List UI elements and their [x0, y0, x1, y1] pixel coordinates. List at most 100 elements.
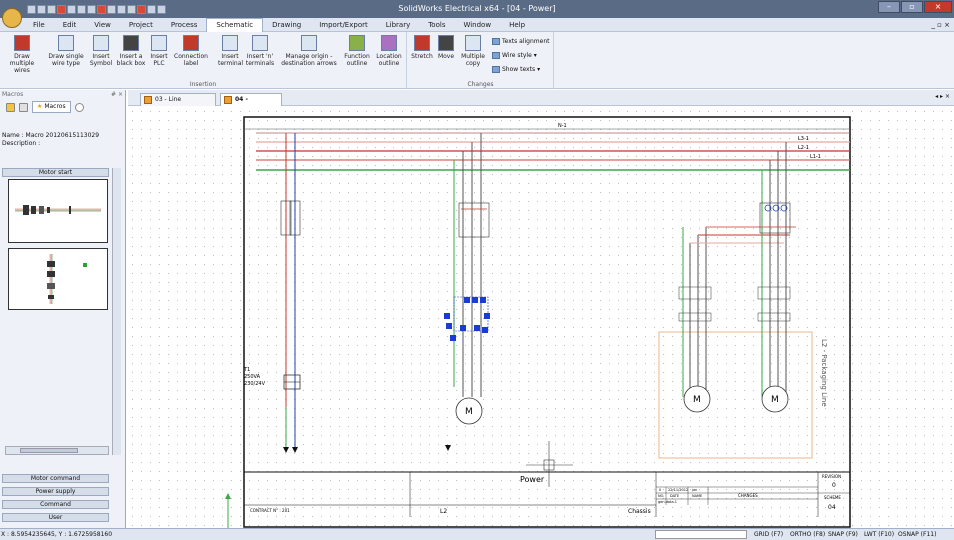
command-input[interactable]	[655, 530, 747, 539]
multiple-copy-icon	[465, 35, 481, 51]
title-block-installation: Chassis	[628, 508, 651, 515]
rev-author: jan	[691, 488, 697, 492]
macros-vertical-scrollbar[interactable]	[112, 168, 121, 455]
insert-plc-button[interactable]: Insert PLC	[148, 35, 170, 67]
window-title: SolidWorks Electrical x64 - [04 - Power]	[398, 4, 556, 13]
rev-number: 0	[659, 488, 661, 492]
sheet-border	[243, 116, 851, 528]
rev-date: 22/11/2012	[668, 488, 688, 492]
location-outline-icon	[381, 35, 397, 51]
macro-add-icon[interactable]	[6, 102, 15, 112]
motor-circuit-3[interactable]: M	[757, 142, 791, 413]
location-outline[interactable]	[658, 331, 813, 459]
insert-n-terminals-button[interactable]: Insert 'n' terminals	[244, 35, 276, 67]
insert-black-box-button[interactable]: Insert a black box	[116, 35, 146, 67]
changes-label: CHANGES	[738, 493, 758, 498]
n-terminals-icon	[252, 35, 268, 51]
window-titlebar: SolidWorks Electrical x64 - [04 - Power]…	[0, 0, 954, 18]
lwt-toggle[interactable]: LWT (F10)	[864, 529, 894, 540]
wire-label-n: N-1	[558, 123, 567, 129]
show-texts-dropdown[interactable]: Show texts ▾	[492, 66, 540, 73]
name-label: NAME	[692, 494, 702, 498]
menu-process[interactable]: Process	[162, 18, 207, 32]
tab-macros[interactable]: ★ Macros	[32, 101, 71, 113]
location-outline-label: L2 - Packaging Line	[820, 339, 828, 407]
menu-drawing[interactable]: Drawing	[263, 18, 310, 32]
ortho-toggle[interactable]: ORTHO (F8)	[790, 529, 825, 540]
minimize-button[interactable]: –	[878, 1, 900, 13]
star-icon: ★	[37, 103, 43, 110]
draw-single-wire-button[interactable]: Draw single wire type	[46, 35, 86, 67]
drawing-title: Power	[520, 475, 545, 484]
section-motor-command[interactable]: Motor command	[2, 474, 109, 483]
snap-toggle[interactable]: SNAP (F9)	[828, 529, 858, 540]
scroll-thumb[interactable]	[20, 448, 78, 453]
panel-pin-close[interactable]: # ×	[111, 90, 123, 100]
grid-toggle[interactable]: GRID (F7)	[754, 529, 783, 540]
menu-file[interactable]: File	[24, 18, 54, 32]
section-user[interactable]: User	[2, 513, 109, 522]
menu-schematic[interactable]: Schematic	[206, 17, 264, 32]
scheme-label: SCHEME	[824, 495, 841, 500]
osnap-toggle[interactable]: OSNAP (F11)	[898, 529, 936, 540]
document-tabs: 03 - Line diagram✗ 04 - Power× ◂ ▸ ×	[128, 90, 954, 115]
plc-icon	[151, 35, 167, 51]
stretch-button[interactable]: Stretch	[410, 35, 434, 60]
doc-window-controls[interactable]: _ ▫ ×	[931, 18, 950, 32]
app-logo-icon[interactable]	[2, 8, 22, 28]
macro-thumbnail-1[interactable]	[8, 179, 108, 243]
macros-panel-title: Macros	[2, 91, 24, 98]
tab-line-diagram[interactable]: 03 - Line diagram✗	[140, 93, 216, 115]
close-button[interactable]: ×	[924, 1, 952, 13]
macro-edit-icon[interactable]	[19, 102, 28, 112]
origin-destination-arrows-icon	[301, 35, 317, 51]
wire-style-dropdown[interactable]: Wire style ▾	[492, 52, 537, 59]
texts-alignment-button[interactable]: Texts alignment	[492, 38, 549, 45]
changes-group-title: Changes	[467, 81, 494, 88]
section-command[interactable]: Command	[2, 500, 109, 509]
section-motor-start[interactable]: Motor start	[2, 168, 109, 177]
move-button[interactable]: Move	[436, 35, 456, 60]
menu-tools[interactable]: Tools	[419, 18, 454, 32]
tab-power[interactable]: 04 - Power×	[220, 93, 282, 115]
multiple-wires-icon	[14, 35, 30, 51]
schematic-canvas[interactable]: N-1 L3-1 L2-1 L1-1 T1 250VA 230/24V M L2…	[128, 107, 954, 528]
macros-horizontal-scrollbar[interactable]	[5, 446, 109, 455]
maximize-button[interactable]: ▫	[901, 1, 923, 13]
help-icon[interactable]	[74, 102, 84, 112]
section-power-supply[interactable]: Power supply	[2, 487, 109, 496]
function-outline-button[interactable]: Function outline	[342, 35, 372, 67]
location-outline-button[interactable]: Location outline	[374, 35, 404, 67]
menu-edit[interactable]: Edit	[54, 18, 86, 32]
macros-toolbar: ★ Macros	[0, 100, 125, 114]
macros-panel-header: Macros # ×	[0, 90, 125, 100]
motor-circuit-1[interactable]: M	[444, 133, 490, 451]
connection-label-button[interactable]: Connection label	[172, 35, 210, 67]
symbol-icon	[93, 35, 109, 51]
menu-window[interactable]: Window	[454, 18, 500, 32]
revision-value: 0	[832, 482, 836, 489]
title-block: Power CONTRACT N° : 201 L2 Chassis REVIS…	[244, 471, 850, 517]
menu-import-export[interactable]: Import/Export	[310, 18, 377, 32]
schematic-drawing[interactable]: N-1 L3-1 L2-1 L1-1 T1 250VA 230/24V M L2…	[128, 107, 954, 528]
cursor-coordinates: X : 8.5954235645, Y : 1.6725958160	[1, 531, 113, 538]
menu-library[interactable]: Library	[377, 18, 419, 32]
multiple-copy-button[interactable]: Multiple copy	[458, 35, 488, 67]
macro-thumbnail-2[interactable]	[8, 248, 108, 310]
transformer-circuit[interactable]: T1 250VA 230/24V	[243, 133, 301, 453]
rev-user: gen.data.1	[658, 500, 677, 504]
insert-symbol-button[interactable]: Insert Symbol	[88, 35, 114, 67]
chevron-down-icon: ▾	[533, 52, 537, 59]
wire-style-icon	[492, 52, 500, 59]
manage-origin-destination-button[interactable]: Manage origin - destination arrows	[280, 35, 338, 67]
insert-terminal-button[interactable]: Insert terminal	[218, 35, 243, 67]
macro-preview-1	[15, 205, 101, 215]
draw-multiple-wires-button[interactable]: Draw multiple wires	[2, 35, 42, 74]
menu-view[interactable]: View	[85, 18, 120, 32]
menu-project[interactable]: Project	[120, 18, 162, 32]
macro-name: Name : Macro 20120615113029	[2, 132, 100, 139]
menu-help[interactable]: Help	[500, 18, 534, 32]
connection-label-icon	[183, 35, 199, 51]
scheme-value: 04	[828, 504, 836, 511]
tab-scroll-arrows[interactable]: ◂ ▸ ×	[935, 93, 950, 100]
